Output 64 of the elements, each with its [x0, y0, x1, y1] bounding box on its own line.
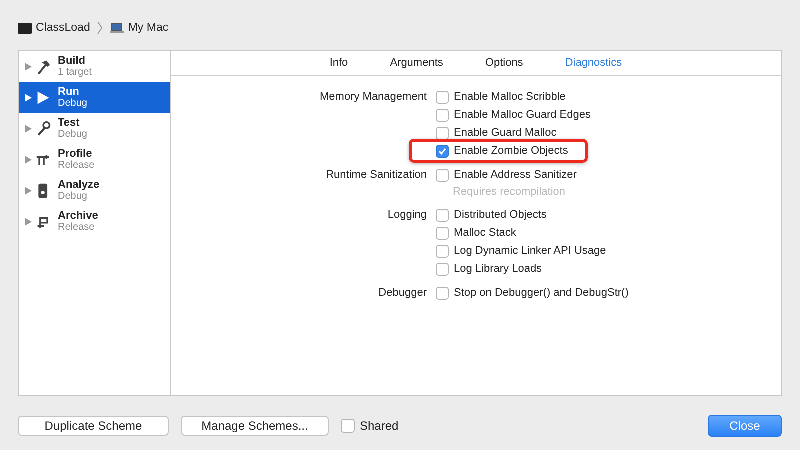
- section-label: Debugger: [378, 286, 428, 301]
- breadcrumb-item[interactable]: My Mac: [128, 22, 169, 34]
- sidebar-item[interactable]: Run Debug: [19, 82, 170, 113]
- sidebar-item[interactable]: Test Debug: [19, 113, 170, 144]
- button[interactable]: Duplicate Scheme: [18, 416, 169, 436]
- checkbox[interactable]: [436, 168, 449, 182]
- checkbox-label[interactable]: Shared: [360, 419, 399, 433]
- laptop-icon: [110, 22, 124, 34]
- disclosure-triangle-icon: [25, 94, 32, 102]
- option-label[interactable]: Malloc Stack: [454, 227, 516, 239]
- item-label: Run: [58, 86, 80, 98]
- item-subtitle: Debug: [58, 98, 88, 110]
- wrench-icon: [36, 120, 52, 138]
- checkbox[interactable]: [436, 262, 449, 276]
- tab[interactable]: Options: [464, 51, 544, 75]
- section-label: Memory Management: [319, 90, 428, 105]
- checkbox[interactable]: [436, 244, 449, 258]
- sidebar-item[interactable]: Archive Release: [19, 206, 170, 237]
- section-label: Runtime Sanitization: [325, 168, 428, 183]
- option-label[interactable]: Enable Malloc Guard Edges: [454, 109, 591, 121]
- checkbox[interactable]: [436, 226, 449, 240]
- disclosure-triangle-icon: [25, 62, 32, 70]
- item-subtitle: Release: [58, 160, 95, 172]
- terminal-icon: [18, 22, 32, 34]
- option-label[interactable]: Stop on Debugger() and DebugStr(): [454, 287, 629, 299]
- tab[interactable]: Diagnostics: [544, 51, 644, 75]
- checkbox[interactable]: [436, 144, 449, 158]
- chevron-icon: [97, 21, 104, 35]
- disclosure-triangle-icon: [25, 186, 32, 194]
- item-subtitle: Debug: [58, 128, 88, 140]
- check-icon: [438, 146, 447, 156]
- option-label[interactable]: Distributed Objects: [454, 209, 547, 221]
- disclosure-triangle-icon: [25, 124, 32, 132]
- sidebar-item[interactable]: Profile Release: [19, 144, 170, 175]
- sidebar-item[interactable]: Build 1 target: [19, 51, 170, 82]
- tab[interactable]: Arguments: [369, 51, 464, 75]
- option-label[interactable]: Log Dynamic Linker API Usage: [454, 245, 606, 257]
- item-label: Profile: [58, 148, 94, 160]
- tab[interactable]: Info: [308, 51, 370, 75]
- hint-text: Requires recompilation: [452, 185, 566, 200]
- item-label: Analyze: [58, 178, 100, 190]
- shared-checkbox[interactable]: [341, 419, 355, 433]
- option-label[interactable]: Enable Guard Malloc: [454, 127, 557, 139]
- disclosure-triangle-icon: [25, 218, 32, 226]
- item-subtitle: Release: [58, 222, 96, 234]
- disclosure-triangle-icon: [25, 156, 32, 164]
- item-subtitle: 1 target: [58, 66, 92, 78]
- checkbox[interactable]: [436, 108, 449, 122]
- option-label[interactable]: Enable Malloc Scribble: [454, 91, 566, 103]
- item-label: Archive: [58, 210, 98, 222]
- breadcrumb-item[interactable]: ClassLoad: [36, 22, 90, 34]
- checkbox[interactable]: [436, 126, 449, 140]
- checkbox[interactable]: [436, 90, 449, 104]
- option-label[interactable]: Enable Zombie Objects: [454, 145, 568, 157]
- option-label[interactable]: Log Library Loads: [454, 263, 542, 275]
- checkbox[interactable]: [436, 286, 449, 300]
- option-label[interactable]: Enable Address Sanitizer: [454, 169, 577, 181]
- checkbox[interactable]: [436, 208, 449, 222]
- item-label: Test: [58, 116, 81, 128]
- section-label: Logging: [386, 208, 428, 223]
- sidebar-item[interactable]: Analyze Debug: [19, 175, 170, 206]
- item-subtitle: Debug: [58, 190, 88, 202]
- button[interactable]: Manage Schemes...: [181, 416, 329, 436]
- item-label: Build: [58, 54, 86, 66]
